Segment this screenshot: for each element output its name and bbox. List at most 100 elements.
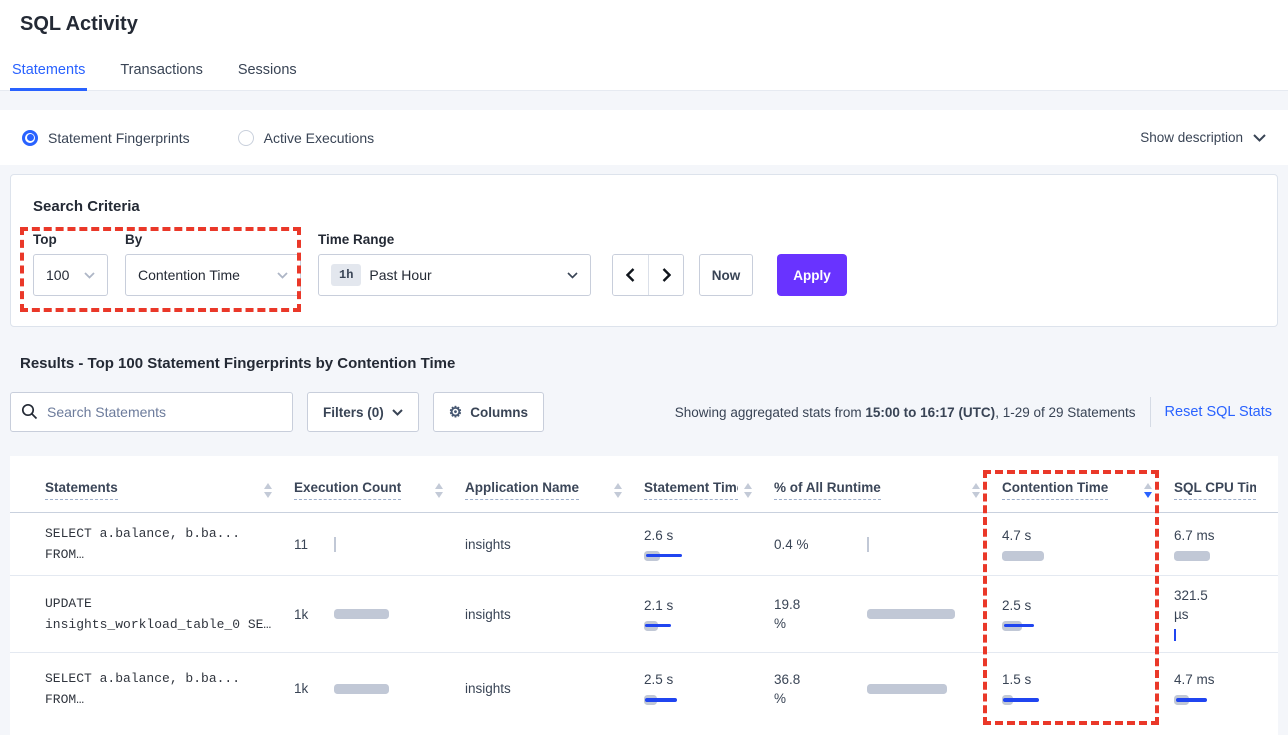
table-header-row: Statements Execution Count Application N…	[10, 456, 1278, 513]
top-label: Top	[33, 232, 108, 247]
statement-link[interactable]: SELECT a.balance, b.ba...FROM…	[45, 668, 284, 710]
statement-time-value: 2.1 s	[644, 596, 696, 615]
radio-selected-icon	[22, 130, 38, 146]
col-header-pct-runtime[interactable]: % of All Runtime	[774, 456, 1002, 513]
col-header-statement-time[interactable]: Statement Time	[644, 456, 774, 513]
show-description-toggle[interactable]: Show description	[1140, 130, 1266, 145]
pct-runtime-value: 0.4 %	[774, 535, 816, 554]
table-row[interactable]: SELECT a.balance, b.ba...FROM… 11 insigh…	[10, 513, 1278, 576]
chevron-down-icon	[84, 272, 95, 279]
chevron-down-icon	[567, 272, 578, 279]
application-name-value: insights	[465, 537, 511, 552]
page-header: SQL Activity Statements Transactions Ses…	[0, 0, 1288, 91]
now-button[interactable]: Now	[699, 254, 753, 296]
filters-label: Filters (0)	[323, 405, 384, 420]
statement-time-bar	[644, 549, 764, 563]
statement-link[interactable]: UPDATEinsights_workload_table_0 SE…	[45, 593, 284, 635]
statement-time-bar	[644, 619, 764, 633]
view-toggle-bar: Statement Fingerprints Active Executions…	[0, 110, 1288, 165]
pct-runtime-value: 36.8 %	[774, 670, 816, 708]
sort-icon-active-desc[interactable]	[1144, 483, 1152, 498]
tab-statements[interactable]: Statements	[10, 56, 87, 91]
execution-count-bar	[334, 607, 389, 621]
by-label: By	[125, 232, 301, 247]
search-icon	[21, 403, 38, 420]
top-select-value: 100	[46, 267, 76, 283]
time-range-badge: 1h	[331, 264, 361, 286]
col-header-contention-time[interactable]: Contention Time	[1002, 456, 1174, 513]
pct-runtime-bar	[867, 682, 947, 696]
execution-count-value: 1k	[294, 681, 334, 696]
top-select[interactable]: 100	[33, 254, 108, 296]
tab-bar: Statements Transactions Sessions	[0, 56, 1288, 91]
radio-active-executions[interactable]: Active Executions	[238, 130, 375, 146]
pct-runtime-bar	[867, 537, 869, 551]
statement-time-bar	[644, 693, 764, 707]
contention-time-bar	[1002, 693, 1164, 707]
sort-icon[interactable]	[744, 483, 752, 498]
page-title: SQL Activity	[0, 13, 1288, 36]
execution-count-value: 1k	[294, 607, 334, 622]
sort-icon[interactable]	[972, 483, 980, 498]
gear-icon: ⚙	[449, 405, 462, 420]
show-description-label: Show description	[1140, 130, 1243, 145]
col-header-application-name[interactable]: Application Name	[465, 456, 644, 513]
execution-count-value: 11	[294, 537, 334, 552]
col-header-execution-count[interactable]: Execution Count	[294, 456, 465, 513]
sql-cpu-time-bar	[1174, 549, 1268, 563]
statement-time-value: 2.6 s	[644, 526, 696, 545]
execution-count-bar	[334, 682, 389, 696]
chevron-left-icon	[626, 268, 635, 282]
tab-sessions[interactable]: Sessions	[236, 56, 299, 90]
time-range-value: Past Hour	[369, 267, 559, 283]
table-row[interactable]: SELECT a.balance, b.ba...FROM… 1k insigh…	[10, 653, 1278, 725]
col-header-sql-cpu-time[interactable]: SQL CPU Time	[1174, 456, 1278, 513]
sql-cpu-time-value: 6.7 ms	[1174, 526, 1226, 545]
contention-time-value: 2.5 s	[1002, 596, 1054, 615]
tab-transactions[interactable]: Transactions	[118, 56, 204, 90]
results-heading: Results - Top 100 Statement Fingerprints…	[20, 355, 1268, 372]
search-statements-input[interactable]	[10, 392, 293, 432]
execution-count-bar	[334, 537, 336, 551]
columns-button[interactable]: ⚙ Columns	[433, 392, 544, 432]
time-step-buttons	[612, 254, 684, 296]
reset-sql-stats-link[interactable]: Reset SQL Stats	[1165, 404, 1278, 420]
previous-time-button[interactable]	[613, 255, 648, 295]
contention-time-bar	[1002, 549, 1164, 563]
contention-time-value: 1.5 s	[1002, 670, 1054, 689]
sql-cpu-time-bar	[1174, 628, 1268, 642]
sql-cpu-time-value: 4.7 ms	[1174, 670, 1226, 689]
statements-table-card: Statements Execution Count Application N…	[10, 456, 1278, 735]
chevron-down-icon	[392, 409, 403, 416]
time-range-label: Time Range	[318, 232, 591, 247]
filters-button[interactable]: Filters (0)	[307, 392, 419, 432]
radio-statement-fingerprints[interactable]: Statement Fingerprints	[22, 130, 190, 146]
col-header-statements[interactable]: Statements	[10, 456, 294, 513]
sort-icon[interactable]	[435, 483, 443, 498]
radio-unselected-icon	[238, 130, 254, 146]
columns-label: Columns	[470, 405, 528, 420]
chevron-right-icon	[662, 268, 671, 282]
table-row[interactable]: UPDATEinsights_workload_table_0 SE… 1k i…	[10, 576, 1278, 653]
search-criteria-panel: Search Criteria Top 100 By Contention Ti…	[10, 174, 1278, 327]
next-time-button[interactable]	[648, 255, 683, 295]
statements-table: Statements Execution Count Application N…	[10, 456, 1278, 725]
sql-cpu-time-value: 321.5 µs	[1174, 586, 1226, 624]
pct-runtime-bar	[867, 607, 955, 621]
time-range-select[interactable]: 1h Past Hour	[318, 254, 591, 296]
application-name-value: insights	[465, 607, 511, 622]
divider	[1150, 397, 1151, 427]
search-criteria-title: Search Criteria	[33, 198, 1255, 215]
apply-button[interactable]: Apply	[777, 254, 847, 296]
statement-link[interactable]: SELECT a.balance, b.ba...FROM…	[45, 523, 284, 565]
chevron-down-icon	[277, 272, 288, 279]
showing-stats-text: Showing aggregated stats from 15:00 to 1…	[675, 405, 1136, 420]
pct-runtime-value: 19.8 %	[774, 595, 816, 633]
by-select[interactable]: Contention Time	[125, 254, 301, 296]
sort-icon[interactable]	[264, 483, 272, 498]
view-toggle-group: Statement Fingerprints Active Executions	[22, 130, 374, 146]
contention-time-value: 4.7 s	[1002, 526, 1054, 545]
sort-icon[interactable]	[614, 483, 622, 498]
sql-cpu-time-bar	[1174, 693, 1268, 707]
chevron-down-icon	[1253, 134, 1266, 142]
